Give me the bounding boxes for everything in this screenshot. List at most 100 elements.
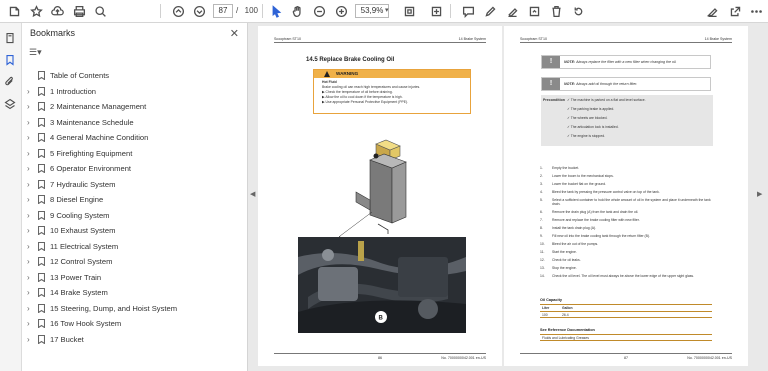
zoom-level-field[interactable]: 53,9% — [355, 4, 389, 18]
bookmark-item[interactable]: › 17 Bucket — [22, 332, 248, 348]
select-cursor-icon[interactable] — [268, 3, 284, 19]
chevron-right-icon[interactable]: › — [27, 226, 30, 235]
expand-panel-icon[interactable]: ▶ — [757, 190, 762, 198]
step-number: 9. — [540, 234, 543, 239]
note-label: NOTE: — [564, 82, 576, 86]
previous-page-icon[interactable] — [170, 3, 186, 19]
precondition-item: ✓ The machine is parked on a flat and le… — [567, 98, 646, 102]
note-text: Always replace the filter with a new fil… — [576, 60, 677, 64]
highlight-icon[interactable] — [504, 3, 520, 19]
chevron-right-icon[interactable]: › — [27, 87, 30, 96]
chevron-right-icon[interactable]: › — [27, 273, 30, 282]
delete-icon[interactable] — [548, 3, 564, 19]
step-number: 4. — [540, 190, 543, 194]
bookmark-label: Table of Contents — [50, 71, 110, 81]
procedure-step: 9. Fill new oil into the brake cooling ta… — [540, 234, 715, 238]
bookmark-item[interactable]: › 13 Power Train — [22, 270, 248, 286]
chevron-right-icon[interactable]: › — [27, 180, 30, 189]
bookmark-item[interactable]: › 3 Maintenance Schedule — [22, 115, 248, 131]
attachments-icon[interactable] — [4, 75, 18, 89]
print-icon[interactable] — [71, 3, 87, 19]
undo-icon[interactable] — [570, 3, 586, 19]
step-text: Select a sufficient container to hold th… — [552, 198, 711, 207]
note-box: ! NOTE: Always add oil through the retur… — [541, 77, 711, 91]
bookmark-item[interactable]: Table of Contents — [22, 68, 248, 84]
bookmark-icon — [37, 101, 46, 112]
bookmark-item[interactable]: › 15 Steering, Dump, and Hoist System — [22, 301, 248, 317]
bookmark-item[interactable]: › 9 Cooling System — [22, 208, 248, 224]
share-icon[interactable] — [727, 3, 743, 19]
hand-tool-icon[interactable] — [289, 3, 305, 19]
toolbar: 87 / 100 53,9% ▾ — [0, 0, 768, 23]
upload-cloud-icon[interactable] — [49, 3, 65, 19]
bookmark-item[interactable]: › 16 Tow Hook System — [22, 316, 248, 332]
chevron-right-icon[interactable]: › — [27, 118, 30, 127]
note-box: ! NOTE: Always replace the filter with a… — [541, 55, 711, 69]
bookmark-icon — [37, 148, 46, 159]
close-icon[interactable]: ✕ — [230, 27, 239, 40]
bookmark-item[interactable]: › 11 Electrical System — [22, 239, 248, 255]
sign-icon[interactable] — [704, 3, 720, 19]
bookmarks-icon[interactable] — [4, 53, 18, 67]
section-title: 14.5 Replace Brake Cooling Oil — [306, 57, 395, 63]
zoom-in-icon[interactable] — [333, 3, 349, 19]
more-options-icon[interactable] — [748, 3, 764, 19]
search-icon[interactable] — [92, 3, 108, 19]
zoom-out-icon[interactable] — [311, 3, 327, 19]
reference-link[interactable]: Fluids and Lubricating Greases — [540, 336, 589, 340]
page-number-input[interactable]: 87 — [213, 4, 233, 18]
chevron-right-icon[interactable]: › — [27, 335, 30, 344]
create-icon[interactable] — [6, 3, 22, 19]
step-number: 12. — [540, 258, 545, 263]
procedure-step: 14. Check the oil level. The oil level mu… — [540, 274, 715, 278]
chevron-right-icon[interactable]: › — [27, 211, 30, 220]
step-text: Stop the engine. — [552, 266, 577, 271]
bookmark-label: 5 Firefighting Equipment — [50, 148, 133, 158]
bookmark-icon — [37, 225, 46, 236]
note-text: Always add oil through the return filter… — [576, 82, 638, 86]
bookmark-star-icon[interactable] — [28, 3, 44, 19]
pen-icon[interactable] — [482, 3, 498, 19]
collapse-panel-icon[interactable]: ◀ — [250, 190, 255, 198]
page-thumbnails-icon[interactable] — [4, 31, 18, 45]
bookmark-item[interactable]: › 8 Diesel Engine — [22, 192, 248, 208]
chevron-right-icon[interactable]: › — [27, 102, 30, 111]
chevron-right-icon[interactable]: › — [27, 149, 30, 158]
oil-value-liter: 100 — [542, 312, 548, 317]
scroll-mode-icon[interactable] — [428, 3, 444, 19]
precondition-item: ✓ The engine is stopped. — [567, 134, 606, 138]
bookmark-icon — [37, 179, 46, 190]
chevron-right-icon[interactable]: › — [27, 257, 30, 266]
chevron-right-icon[interactable]: › — [27, 304, 30, 313]
bookmark-item[interactable]: › 14 Brake System — [22, 285, 248, 301]
chevron-right-icon[interactable]: › — [27, 164, 30, 173]
comment-icon[interactable] — [460, 3, 476, 19]
zoom-dropdown-caret[interactable]: ▾ — [385, 6, 389, 14]
page-86: Scooptram ST10 14 Brake System 14.5 Repl… — [258, 26, 502, 366]
step-text: Bleed the tank by pressing the pressure … — [552, 190, 660, 194]
chevron-right-icon[interactable]: › — [27, 288, 30, 297]
header-left: Scooptram ST10 — [520, 37, 547, 41]
bookmark-label: 13 Power Train — [50, 272, 102, 282]
bookmark-item[interactable]: › 5 Firefighting Equipment — [22, 146, 248, 162]
fit-page-icon[interactable] — [401, 3, 417, 19]
options-menu-icon[interactable]: ☰▾ — [29, 47, 49, 59]
stamp-icon[interactable] — [526, 3, 542, 19]
bookmark-item[interactable]: › 7 Hydraulic System — [22, 177, 248, 193]
bookmark-icon — [37, 287, 46, 298]
next-page-icon[interactable] — [191, 3, 207, 19]
document-view[interactable]: Scooptram ST10 14 Brake System 14.5 Repl… — [258, 26, 748, 371]
layers-icon[interactable] — [4, 97, 18, 111]
chevron-right-icon[interactable]: › — [27, 133, 30, 142]
chevron-right-icon[interactable]: › — [27, 242, 30, 251]
warning-box: WARNING Hot Fluid Brake cooling oil can … — [313, 69, 471, 114]
bookmark-item[interactable]: › 12 Control System — [22, 254, 248, 270]
bookmark-item[interactable]: › 1 Introduction — [22, 84, 248, 100]
bookmark-item[interactable]: › 4 General Machine Condition — [22, 130, 248, 146]
bookmark-item[interactable]: › 10 Exhaust System — [22, 223, 248, 239]
bookmark-item[interactable]: › 2 Maintenance Management — [22, 99, 248, 115]
chevron-right-icon[interactable]: › — [27, 195, 30, 204]
chevron-right-icon[interactable]: › — [27, 319, 30, 328]
step-text: Install the tank drain plug (A). — [552, 226, 597, 231]
bookmark-item[interactable]: › 6 Operator Environment — [22, 161, 248, 177]
